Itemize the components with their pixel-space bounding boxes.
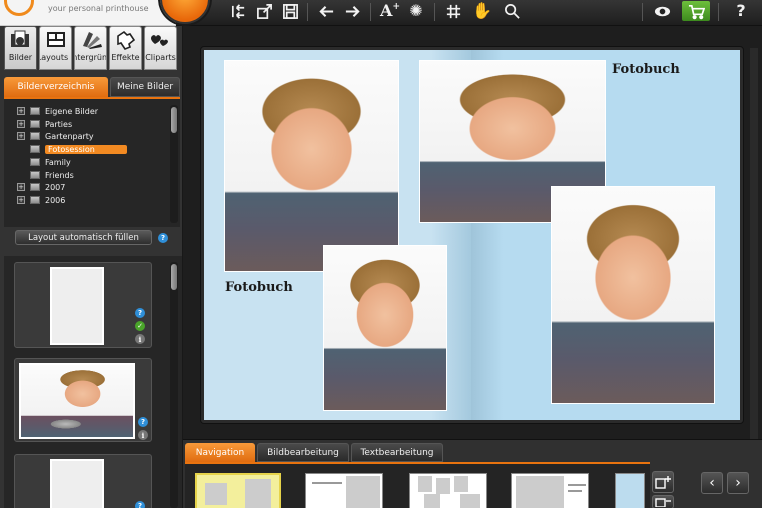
clipart-icon xyxy=(149,27,173,53)
folder-icon xyxy=(30,183,40,191)
add-page-icon[interactable] xyxy=(652,471,674,493)
tree-item[interactable]: +2006 xyxy=(17,194,65,206)
next-page-button[interactable]: › xyxy=(727,472,749,494)
help-icon[interactable]: ? xyxy=(729,0,753,22)
undo-icon[interactable] xyxy=(314,0,338,22)
autofill-layout-button[interactable]: Layout automatisch füllen xyxy=(15,230,152,245)
tab-bildbearbeitung[interactable]: Bildbearbeitung xyxy=(257,443,349,462)
page-navigation-strip xyxy=(185,462,650,508)
remove-page-icon[interactable] xyxy=(652,495,674,508)
photo-frame[interactable] xyxy=(224,60,399,272)
canvas-scrollbar[interactable] xyxy=(750,48,758,440)
tab-meine-bilder[interactable]: Meine Bilder xyxy=(110,77,180,97)
image-thumbnail[interactable]: ? ✓ i xyxy=(14,262,152,348)
camera-icon xyxy=(9,27,33,53)
image-thumbnail-list: ? ✓ i ? i ? xyxy=(4,256,182,508)
tree-scrollbar[interactable] xyxy=(170,105,178,223)
tab-effekte[interactable]: Effekte xyxy=(109,26,142,70)
tagline: your personal printhouse xyxy=(48,4,149,13)
hand-icon[interactable]: ✋ xyxy=(470,0,494,22)
image-thumbnail[interactable]: ? i xyxy=(14,358,152,442)
folder-icon xyxy=(30,132,40,140)
expand-icon[interactable]: + xyxy=(17,107,25,115)
folder-icon xyxy=(30,158,40,166)
page-thumbnail-active[interactable] xyxy=(195,473,281,508)
tab-navigation[interactable]: Navigation xyxy=(185,443,255,462)
left-panel: Bilder Layouts Hintergründe Effekte xyxy=(0,26,183,508)
help-icon[interactable]: ? xyxy=(135,308,145,318)
book-canvas: Fotobuch Fotobuch xyxy=(183,26,762,439)
app-window: your personal printhouse A + ✺ ✋ ? Bilde… xyxy=(0,0,762,508)
folder-icon xyxy=(30,171,40,179)
logo-area: your personal printhouse xyxy=(0,0,176,26)
tree-item-selected[interactable]: Fotosession xyxy=(17,143,127,155)
tree-item[interactable]: + Parties xyxy=(17,118,72,130)
category-tabs: Bilder Layouts Hintergründe Effekte xyxy=(4,26,182,70)
photo-frame[interactable] xyxy=(323,245,447,411)
tab-hintergruende[interactable]: Hintergründe xyxy=(74,26,107,70)
tree-item[interactable]: + Eigene Bilder xyxy=(17,105,98,117)
preview-icon[interactable] xyxy=(650,0,674,22)
expand-icon[interactable]: + xyxy=(17,196,25,204)
logo-icon xyxy=(4,0,34,16)
page-thumbnail[interactable] xyxy=(511,473,589,508)
page-thumbnail[interactable] xyxy=(305,473,383,508)
thumbnail-photo xyxy=(50,459,104,508)
puzzle-icon xyxy=(114,27,138,53)
layouts-icon xyxy=(44,27,68,53)
page-title-left[interactable]: Fotobuch xyxy=(225,280,293,295)
tree-item[interactable]: +2007 xyxy=(17,181,65,193)
align-icon[interactable] xyxy=(226,0,250,22)
tab-cliparts[interactable]: Cliparts xyxy=(144,26,177,70)
help-icon[interactable]: ? xyxy=(158,233,168,243)
folder-tree: + Eigene Bilder + Parties + Gartenparty Fot… xyxy=(4,97,180,227)
tab-bilderverzeichnis[interactable]: Bilderverzeichnis xyxy=(4,77,108,97)
folder-icon xyxy=(30,145,40,153)
folder-icon xyxy=(30,107,40,115)
expand-icon[interactable]: + xyxy=(17,132,25,140)
bottom-panel: Navigation Bildbearbeitung Textbearbeitu… xyxy=(183,439,762,508)
thumbnail-photo xyxy=(19,363,135,439)
cart-icon[interactable] xyxy=(682,1,710,21)
prev-page-button[interactable]: ‹ xyxy=(701,472,723,494)
expand-icon[interactable]: + xyxy=(17,183,25,191)
add-text-icon[interactable]: A + xyxy=(378,0,402,22)
thumbnail-scrollbar-thumb[interactable] xyxy=(171,264,177,290)
save-icon[interactable] xyxy=(278,0,302,22)
tree-item[interactable]: Friends xyxy=(17,169,74,181)
tree-item[interactable]: + Gartenparty xyxy=(17,130,94,142)
image-thumbnail[interactable]: ? xyxy=(14,454,152,508)
thumbnail-scrollbar[interactable] xyxy=(170,262,178,508)
tab-bilder[interactable]: Bilder xyxy=(4,26,37,70)
tree-scrollbar-thumb[interactable] xyxy=(171,107,177,133)
swatches-icon xyxy=(79,27,103,53)
folder-icon xyxy=(30,120,40,128)
folder-icon xyxy=(30,196,40,204)
help-icon[interactable]: ? xyxy=(135,501,145,508)
grid-icon[interactable] xyxy=(441,0,465,22)
photobook-spread: Fotobuch Fotobuch xyxy=(201,47,743,423)
check-icon: ✓ xyxy=(135,321,145,331)
info-icon[interactable]: i xyxy=(135,334,145,344)
photo-frame[interactable] xyxy=(551,186,715,404)
right-page[interactable]: Fotobuch xyxy=(419,50,740,420)
help-icon[interactable]: ? xyxy=(138,417,148,427)
expand-icon[interactable]: + xyxy=(17,120,25,128)
page-thumbnail[interactable] xyxy=(409,473,487,508)
add-effect-icon[interactable]: ✺ xyxy=(404,0,428,22)
page-title-right[interactable]: Fotobuch xyxy=(612,62,680,77)
top-toolbar: your personal printhouse A + ✺ ✋ ? xyxy=(0,0,762,26)
thumbnail-photo xyxy=(50,267,104,345)
export-icon[interactable] xyxy=(252,0,276,22)
zoom-icon[interactable] xyxy=(500,0,524,22)
info-icon[interactable]: i xyxy=(138,430,148,440)
redo-icon[interactable] xyxy=(340,0,364,22)
page-thumbnail[interactable] xyxy=(615,473,645,508)
tab-layouts[interactable]: Layouts xyxy=(39,26,72,70)
tab-textbearbeitung[interactable]: Textbearbeitung xyxy=(351,443,443,462)
sub-tabs: Bilderverzeichnis Meine Bilder xyxy=(4,77,180,97)
tree-item[interactable]: Family xyxy=(17,156,71,168)
